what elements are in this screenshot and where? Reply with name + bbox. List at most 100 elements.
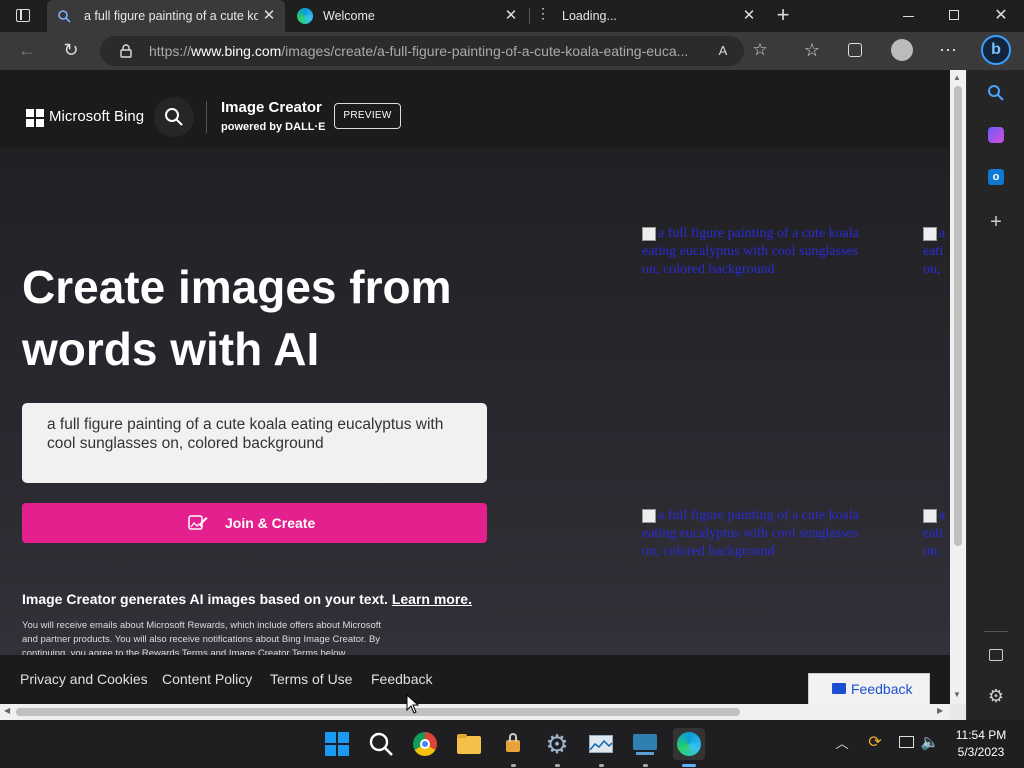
- settings-gear-icon[interactable]: ⚙: [541, 728, 573, 760]
- favorites-icon[interactable]: ☆: [801, 40, 823, 60]
- create-image-icon: [188, 515, 208, 530]
- fine-print-line2: and partner products. You will also rece…: [22, 634, 381, 645]
- footer-link-content-policy[interactable]: Content Policy: [162, 671, 252, 687]
- hero-headline-line2: words with AI: [22, 323, 320, 375]
- prompt-input[interactable]: a full figure painting of a cute koala e…: [22, 403, 487, 483]
- close-tab-icon[interactable]: ✕: [741, 8, 757, 24]
- edge-icon[interactable]: [673, 728, 705, 760]
- prompt-text: a full figure painting of a cute koala e…: [47, 416, 444, 452]
- back-icon[interactable]: ←: [16, 40, 38, 60]
- more-icon[interactable]: ⋯: [937, 40, 959, 60]
- tab-actions-icon[interactable]: [16, 9, 30, 22]
- feedback-icon: [832, 683, 846, 694]
- volume-icon[interactable]: 🔈: [920, 733, 940, 753]
- collections-icon[interactable]: [848, 43, 862, 57]
- feedback-button[interactable]: Feedback: [808, 673, 930, 704]
- header-divider: [206, 101, 207, 133]
- horizontal-scroll-thumb[interactable]: [16, 708, 740, 716]
- bing-chat-icon[interactable]: b: [981, 35, 1011, 65]
- profile-avatar[interactable]: [891, 39, 913, 61]
- clock-date[interactable]: 5/3/2023: [953, 745, 1009, 759]
- windows-start-icon[interactable]: [321, 728, 353, 760]
- new-tab-icon[interactable]: +: [772, 4, 794, 26]
- footer-link-terms[interactable]: Terms of Use: [270, 671, 352, 687]
- outlook-icon[interactable]: o: [988, 169, 1004, 185]
- running-indicator: [599, 764, 604, 767]
- settings-gear-icon[interactable]: ⚙: [985, 686, 1007, 706]
- sync-icon[interactable]: ⟳: [865, 733, 885, 753]
- horizontal-scrollbar[interactable]: ◀ ▶: [0, 704, 950, 720]
- generated-image-2[interactable]: a eati on,: [923, 225, 950, 285]
- tab-image-creator[interactable]: a full figure painting of a cute ko ✕: [47, 0, 285, 32]
- vertical-scrollbar[interactable]: ▲ ▼: [950, 70, 966, 704]
- image-alt-clip3: on,: [923, 262, 941, 277]
- hide-sidebar-icon[interactable]: [989, 649, 1003, 661]
- product-title[interactable]: Image Creator: [221, 99, 322, 116]
- tab-loading[interactable]: ⋮ Loading... ✕: [531, 0, 765, 32]
- close-tab-icon[interactable]: ✕: [261, 8, 277, 24]
- restore-icon[interactable]: [949, 10, 959, 20]
- edge-icon: [297, 8, 313, 24]
- close-window-icon[interactable]: ✕: [991, 6, 1011, 26]
- tab-welcome[interactable]: Welcome ✕: [289, 0, 527, 32]
- generated-image-4[interactable]: a eati on,: [923, 507, 950, 567]
- image-alt-clip1: a: [939, 226, 946, 241]
- url-text: https://www.bing.com/images/create/a-ful…: [149, 43, 689, 59]
- image-alt-line1: a full figure painting of a cute koala: [658, 226, 859, 241]
- learn-more-link[interactable]: Learn more.: [392, 591, 472, 607]
- chrome-icon[interactable]: [409, 728, 441, 760]
- clock-time[interactable]: 11:54 PM: [953, 728, 1009, 742]
- generated-image-3[interactable]: a full figure painting of a cute koala e…: [642, 507, 902, 567]
- add-favorite-icon[interactable]: ☆: [750, 40, 770, 60]
- footer-link-feedback[interactable]: Feedback: [371, 671, 432, 687]
- file-explorer-icon[interactable]: [453, 728, 485, 760]
- search-icon[interactable]: [987, 84, 1005, 102]
- display-icon[interactable]: [899, 736, 914, 748]
- tab-divider: [529, 8, 530, 24]
- image-alt-clip3: on,: [923, 544, 941, 559]
- info-sentence: Image Creator generates AI images based …: [22, 591, 388, 607]
- footer-link-privacy[interactable]: Privacy and Cookies: [20, 671, 148, 687]
- running-indicator: [643, 764, 648, 767]
- search-button[interactable]: [154, 97, 194, 137]
- generated-image-1[interactable]: a full figure painting of a cute koala e…: [642, 225, 902, 285]
- virtual-keyboard-icon[interactable]: [629, 728, 661, 760]
- scroll-left-arrow[interactable]: ◀: [4, 706, 10, 715]
- browser-toolbar: ← ↻ https://www.bing.com/images/create/a…: [0, 32, 1024, 70]
- image-alt-line2: eating eucalyptus with cool sunglasses: [642, 244, 859, 259]
- search-icon: [58, 10, 71, 23]
- address-bar[interactable]: https://www.bing.com/images/create/a-ful…: [100, 36, 768, 66]
- edge-sidebar: o + ⚙: [966, 70, 1024, 720]
- image-alt-clip2: eati: [923, 244, 944, 259]
- broken-image-icon: [923, 227, 937, 241]
- show-hidden-icons-chevron-icon[interactable]: ︿: [834, 734, 850, 754]
- close-tab-icon[interactable]: ✕: [503, 8, 519, 24]
- minimize-icon[interactable]: [903, 16, 914, 17]
- active-app-indicator: [682, 764, 696, 767]
- page-footer: Privacy and Cookies Content Policy Terms…: [0, 655, 950, 704]
- image-alt-clip2: eati: [923, 526, 944, 541]
- broken-image-icon: [923, 509, 937, 523]
- tab-title: a full figure painting of a cute ko: [84, 9, 258, 23]
- image-alt-line1: a full figure painting of a cute koala: [658, 508, 859, 523]
- join-create-button[interactable]: Join & Create: [22, 503, 487, 543]
- copilot-icon[interactable]: [988, 127, 1004, 143]
- scroll-up-arrow[interactable]: ▲: [953, 73, 961, 82]
- search-icon[interactable]: [365, 728, 397, 760]
- photos-app-icon[interactable]: [585, 728, 617, 760]
- image-alt-line3: on, colored background: [642, 544, 775, 559]
- security-app-icon[interactable]: [497, 728, 529, 760]
- hero-headline-line1: Create images from: [22, 261, 452, 313]
- brand-name[interactable]: Microsoft Bing: [49, 108, 144, 125]
- running-indicator: [511, 764, 516, 767]
- vertical-scroll-thumb[interactable]: [954, 86, 962, 546]
- add-sidebar-app-icon[interactable]: +: [985, 212, 1007, 232]
- info-text: Image Creator generates AI images based …: [22, 591, 472, 607]
- read-aloud-icon[interactable]: A: [714, 41, 732, 61]
- scroll-right-arrow[interactable]: ▶: [937, 706, 943, 715]
- search-icon: [165, 108, 183, 126]
- sidebar-divider: [984, 631, 1008, 632]
- scroll-down-arrow[interactable]: ▼: [953, 690, 961, 699]
- refresh-icon[interactable]: ↻: [60, 40, 82, 60]
- scroll-corner: [950, 704, 966, 720]
